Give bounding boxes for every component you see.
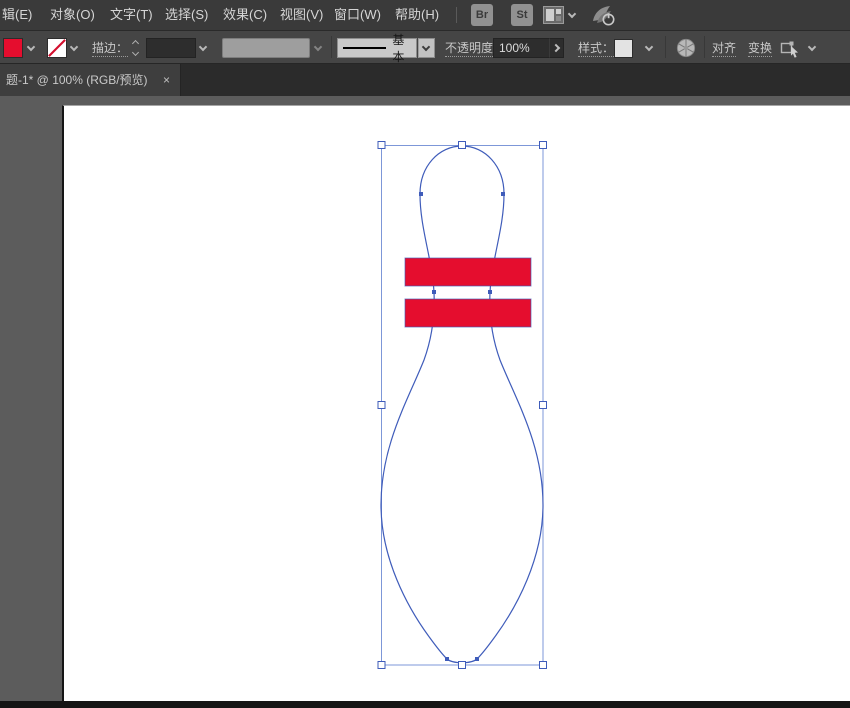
menu-bar: 辑(E) 对象(O) 文字(T) 选择(S) 效果(C) 视图(V) 窗口(W)… [0, 0, 850, 30]
profile-chevron-icon[interactable] [314, 43, 322, 51]
opacity-input[interactable]: 100% [493, 38, 550, 58]
transform-panel-link[interactable]: 变换 [748, 31, 772, 65]
anchor-point[interactable] [488, 290, 492, 294]
opacity-spinner-button[interactable] [549, 38, 564, 58]
selection-handle[interactable] [540, 662, 547, 669]
bridge-icon[interactable]: Br [471, 4, 493, 26]
stroke-weight-input[interactable] [146, 38, 196, 58]
stroke-none-swatch[interactable] [47, 38, 67, 58]
stripe-rect-top[interactable] [405, 258, 531, 286]
selection-handle[interactable] [378, 402, 385, 409]
selection-handles [378, 142, 547, 669]
illustrator-window: 辑(E) 对象(O) 文字(T) 选择(S) 效果(C) 视图(V) 窗口(W)… [0, 0, 850, 708]
fill-color-swatch[interactable] [3, 38, 23, 58]
brush-stroke-preview [343, 47, 386, 49]
chevron-down-icon[interactable] [568, 10, 576, 18]
menu-select[interactable]: 选择(S) [165, 0, 208, 30]
stroke-weight-chevron-icon[interactable] [199, 43, 207, 51]
anchor-point[interactable] [501, 192, 505, 196]
document-tab[interactable]: 题-1* @ 100% (RGB/预览) × [0, 64, 181, 96]
align-panel-link[interactable]: 对齐 [712, 31, 736, 65]
menubar-separator [456, 7, 457, 23]
menu-edit[interactable]: 辑(E) [2, 0, 32, 30]
stepper-down-icon[interactable] [132, 49, 139, 56]
anchor-point[interactable] [419, 192, 423, 196]
stroke-chevron-down-icon[interactable] [70, 43, 78, 51]
selection-handle[interactable] [540, 402, 547, 409]
graphic-style-swatch[interactable] [614, 39, 633, 58]
document-title: 题-1* @ 100% (RGB/预览) [6, 73, 148, 87]
menu-help[interactable]: 帮助(H) [395, 0, 439, 30]
document-tab-bar: 题-1* @ 100% (RGB/预览) × [0, 64, 850, 96]
isolate-object-icon[interactable] [780, 39, 803, 58]
anchor-point[interactable] [445, 657, 449, 661]
selection-handle[interactable] [378, 662, 385, 669]
controlbar-separator [331, 36, 332, 58]
brush-definition-label: 基本 [392, 31, 416, 65]
controlbar-separator [704, 36, 705, 58]
selection-bbox [382, 146, 544, 666]
canvas-area[interactable] [0, 96, 850, 708]
menu-object[interactable]: 对象(O) [50, 0, 95, 30]
selection-handle[interactable] [459, 662, 466, 669]
gpu-performance-icon[interactable] [590, 3, 616, 28]
selection-handle[interactable] [540, 142, 547, 149]
artwork-layer [0, 96, 850, 708]
brush-definition-select[interactable]: 基本 [337, 38, 417, 58]
tab-close-icon[interactable]: × [163, 64, 170, 96]
anchor-point[interactable] [432, 290, 436, 294]
menu-type[interactable]: 文字(T) [110, 0, 153, 30]
selection-handle[interactable] [459, 142, 466, 149]
stepper-up-icon[interactable] [132, 40, 139, 47]
isolate-chevron-icon[interactable] [808, 43, 816, 51]
variable-width-profile-select[interactable] [222, 38, 310, 58]
stroke-weight-stepper[interactable] [133, 40, 143, 56]
window-bottom-edge [0, 701, 850, 708]
brush-chevron-button[interactable] [418, 38, 435, 58]
menu-effect[interactable]: 效果(C) [223, 0, 267, 30]
controlbar-separator [665, 36, 666, 58]
fill-chevron-down-icon[interactable] [27, 43, 35, 51]
style-chevron-icon[interactable] [645, 43, 653, 51]
stock-icon[interactable]: St [511, 4, 533, 26]
style-label[interactable]: 样式： [578, 31, 614, 65]
control-bar: 描边： 基本 不透明度： 100% 样式： [0, 30, 850, 64]
menu-view[interactable]: 视图(V) [280, 0, 323, 30]
selection-handle[interactable] [378, 142, 385, 149]
workspace-switcher-icon[interactable] [543, 6, 564, 24]
stroke-weight-label[interactable]: 描边： [92, 31, 128, 65]
stripe-rect-bottom[interactable] [405, 299, 531, 327]
anchor-point[interactable] [475, 657, 479, 661]
menu-window[interactable]: 窗口(W) [334, 0, 381, 30]
bowling-pin-path[interactable] [381, 146, 543, 663]
recolor-artwork-icon[interactable] [676, 38, 696, 58]
